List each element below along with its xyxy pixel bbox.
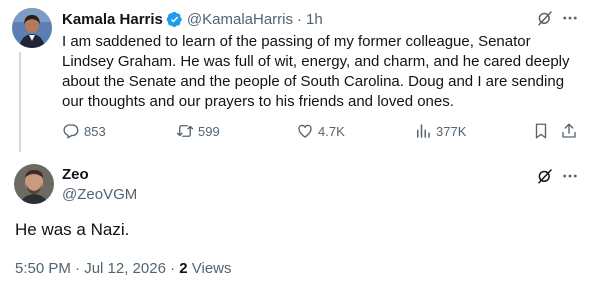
reply-timestamp[interactable]: 5:50 PM · Jul 12, 2026 · (15, 260, 179, 277)
reply-icon (63, 124, 79, 139)
grok-icon[interactable] (535, 166, 555, 186)
views-label: Views (187, 260, 232, 277)
views-button[interactable]: 377K (414, 121, 466, 141)
retweet-button[interactable]: 599 (176, 121, 220, 141)
avatar[interactable] (14, 164, 54, 204)
separator-dot: · (297, 10, 302, 28)
tweet-text: I am saddened to learn of the passing of… (62, 33, 570, 110)
reply-author-name[interactable]: Zeo (62, 166, 89, 183)
grok-icon[interactable] (535, 8, 555, 28)
tweet-header: Kamala Harris @KamalaHarris · 1h (62, 9, 323, 29)
more-icon[interactable] (560, 166, 580, 186)
tweet-meta: 5:50 PM · Jul 12, 2026 · 2 Views (15, 260, 232, 277)
retweet-icon (176, 125, 194, 137)
bookmark-button[interactable] (532, 121, 550, 141)
retweet-count: 599 (198, 123, 220, 139)
author-name[interactable]: Kamala Harris (62, 11, 163, 28)
thread-line (19, 52, 21, 152)
like-button[interactable]: 4.7K (296, 121, 345, 141)
reply-tweet-header: Zeo @ZeoVGM (14, 164, 584, 208)
reply-button[interactable]: 853 (62, 121, 106, 141)
views-icon (417, 124, 430, 138)
parent-tweet[interactable]: Kamala Harris @KamalaHarris · 1h I am sa… (0, 0, 598, 155)
avatar[interactable] (12, 8, 52, 48)
author-handle[interactable]: @KamalaHarris (187, 11, 293, 28)
reply-count: 853 (84, 123, 106, 139)
share-icon (562, 123, 576, 138)
tweet-time[interactable]: 1h (306, 11, 323, 28)
verified-badge-icon[interactable] (166, 11, 183, 28)
views-count: 2 (179, 260, 188, 277)
views-count: 377K (436, 123, 467, 139)
share-button[interactable] (560, 121, 578, 141)
like-count: 4.7K (318, 123, 345, 139)
reply-text: He was a Nazi. (15, 220, 130, 239)
like-icon (298, 124, 312, 138)
reply-author-handle[interactable]: @ZeoVGM (62, 186, 137, 203)
action-bar: 853 599 4.7K 377K (62, 121, 592, 141)
bookmark-icon (535, 123, 547, 139)
parent-avatar-column (12, 8, 52, 48)
more-icon[interactable] (560, 8, 580, 28)
